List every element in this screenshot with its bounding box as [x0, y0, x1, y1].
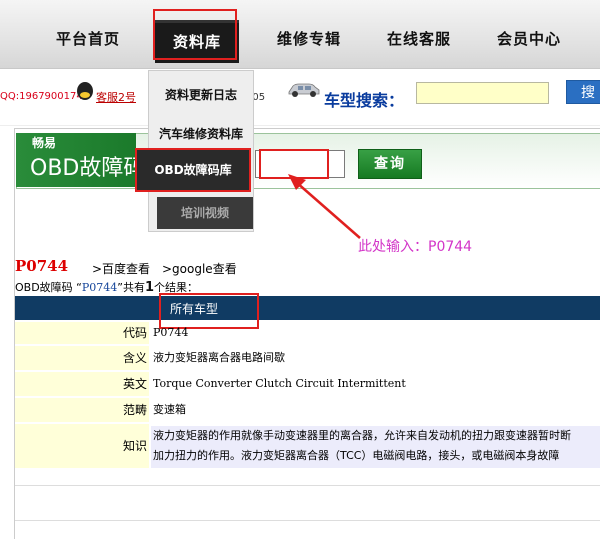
- row-value-code: P0744: [153, 326, 189, 339]
- table-header: [15, 296, 600, 320]
- row-label-code: 代码: [15, 322, 149, 344]
- highlight-box-nav: [153, 9, 237, 60]
- customer-service-link[interactable]: 客服2号: [96, 89, 136, 105]
- row-label-category: 范畴: [15, 398, 149, 422]
- knowledge-line-1: 液力变矩器的作用就像手动变速器里的离合器，允许来自发动机的扭力跟变速器暂时断: [153, 429, 571, 442]
- divider: [15, 485, 600, 486]
- menu-training-video[interactable]: 培训视频: [157, 197, 253, 229]
- car-search-input[interactable]: [416, 82, 549, 104]
- car-icon: [288, 83, 320, 97]
- qq-number: QQ:1967900174: [0, 91, 83, 102]
- menu-repair-database[interactable]: 汽车维修资料库: [149, 125, 253, 142]
- menu-training-video-label: 培训视频: [180, 206, 229, 220]
- nav-home[interactable]: 平台首页: [56, 28, 120, 49]
- row-label-english: 英文: [15, 372, 149, 396]
- banner-brand: 畅易: [32, 136, 57, 150]
- summary-mid: ”共有: [117, 281, 145, 294]
- row-value-meaning: 液力变矩器离合器电路间歇: [153, 351, 285, 364]
- row-value-english: Torque Converter Clutch Circuit Intermit…: [153, 377, 406, 390]
- nav-online-service[interactable]: 在线客服: [387, 28, 451, 49]
- search-button[interactable]: 搜: [566, 80, 600, 104]
- row-label-knowledge: 知识: [15, 424, 149, 468]
- qq-penguin-icon[interactable]: [77, 82, 93, 100]
- menu-update-log[interactable]: 资料更新日志: [149, 86, 253, 103]
- divider: [15, 520, 600, 521]
- car-search-label: 车型搜索：: [324, 91, 405, 110]
- banner-title: OBD故障码: [30, 156, 146, 181]
- google-link[interactable]: >google查看: [162, 260, 237, 277]
- row-value-category: 变速箱: [153, 403, 186, 416]
- nav-repair-album[interactable]: 维修专辑: [277, 28, 341, 49]
- knowledge-line-2: 加力扭力的作用。液力变矩器离合器（TCC）电磁阀电路，接头，或电磁阀本身故障: [153, 449, 560, 462]
- annotation-hint: 此处输入：P0744: [358, 239, 473, 255]
- summary-prefix: OBD故障码 “: [15, 281, 82, 294]
- summary-count: 1: [144, 280, 155, 295]
- summary-code: P0744: [81, 281, 118, 294]
- result-code-heading: P0744: [15, 257, 69, 275]
- row-value-knowledge: 液力变矩器的作用就像手动变速器里的离合器，允许来自发动机的扭力跟变速器暂时断 加…: [151, 426, 600, 468]
- row-label-meaning: 含义: [15, 346, 149, 370]
- nav-member-center[interactable]: 会员中心: [497, 28, 561, 49]
- baidu-link[interactable]: >百度查看: [92, 260, 150, 277]
- highlight-box-menu: [135, 148, 251, 192]
